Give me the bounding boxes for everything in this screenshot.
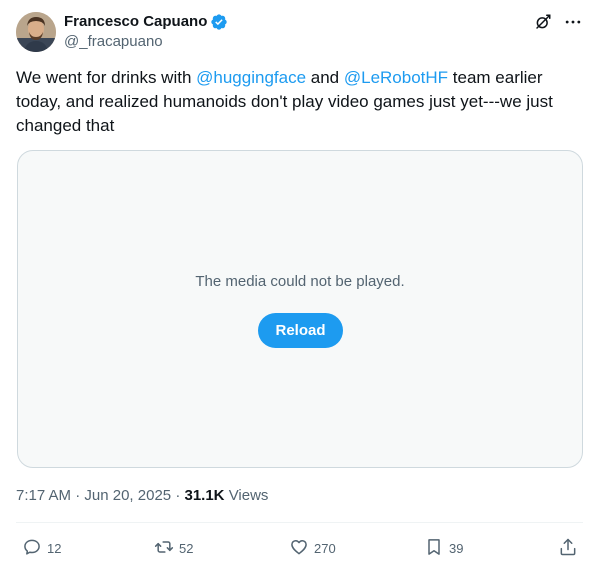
bookmark-button[interactable]: 39 (424, 537, 463, 560)
more-icon[interactable] (563, 12, 583, 32)
reply-count: 12 (47, 541, 62, 556)
name-row: Francesco Capuano (64, 12, 228, 32)
views-label: Views (228, 487, 269, 504)
tweet-header: Francesco Capuano @_fracapuano (16, 10, 583, 54)
repost-icon (154, 537, 174, 560)
tweet-text-segment: and (306, 68, 344, 87)
views-count: 31.1K (184, 487, 225, 504)
share-button[interactable] (558, 537, 578, 560)
repost-button[interactable]: 52 (154, 537, 193, 560)
share-icon (558, 537, 578, 560)
top-actions (533, 12, 583, 32)
author-handle[interactable]: @_fracapuano (64, 32, 163, 52)
like-button[interactable]: 270 (289, 537, 336, 560)
reply-icon (22, 537, 42, 560)
heart-icon (289, 537, 309, 560)
mention-link[interactable]: @LeRobotHF (344, 68, 448, 87)
divider (16, 522, 583, 523)
mention-link[interactable]: @huggingface (196, 68, 306, 87)
avatar[interactable] (16, 12, 56, 52)
tweet-text: We went for drinks with @huggingface and… (16, 66, 582, 138)
meta-separator: · (75, 487, 85, 504)
reload-button[interactable]: Reload (258, 313, 343, 348)
verified-badge-icon (210, 13, 228, 31)
tweet-text-segment: We went for drinks with (16, 68, 197, 87)
tweet-meta: 7:17 AM · Jun 20, 2025 · 31.1K Views (16, 486, 268, 506)
bookmark-count: 39 (449, 541, 464, 556)
like-count: 270 (314, 541, 336, 556)
repost-count: 52 (179, 541, 194, 556)
display-name[interactable]: Francesco Capuano (64, 12, 207, 32)
media-error-message: The media could not be played. (195, 273, 405, 290)
action-bar: 12 52 270 39 (16, 535, 583, 563)
tweet-time[interactable]: 7:17 AM (16, 487, 71, 504)
bookmark-icon (424, 537, 444, 560)
grok-icon[interactable] (533, 12, 553, 32)
media-container: The media could not be played. Reload (17, 150, 583, 468)
tweet-card: Francesco Capuano @_fracapuano We went f… (0, 0, 599, 573)
tweet-date[interactable]: Jun 20, 2025 (84, 487, 171, 504)
reply-button[interactable]: 12 (22, 537, 61, 560)
